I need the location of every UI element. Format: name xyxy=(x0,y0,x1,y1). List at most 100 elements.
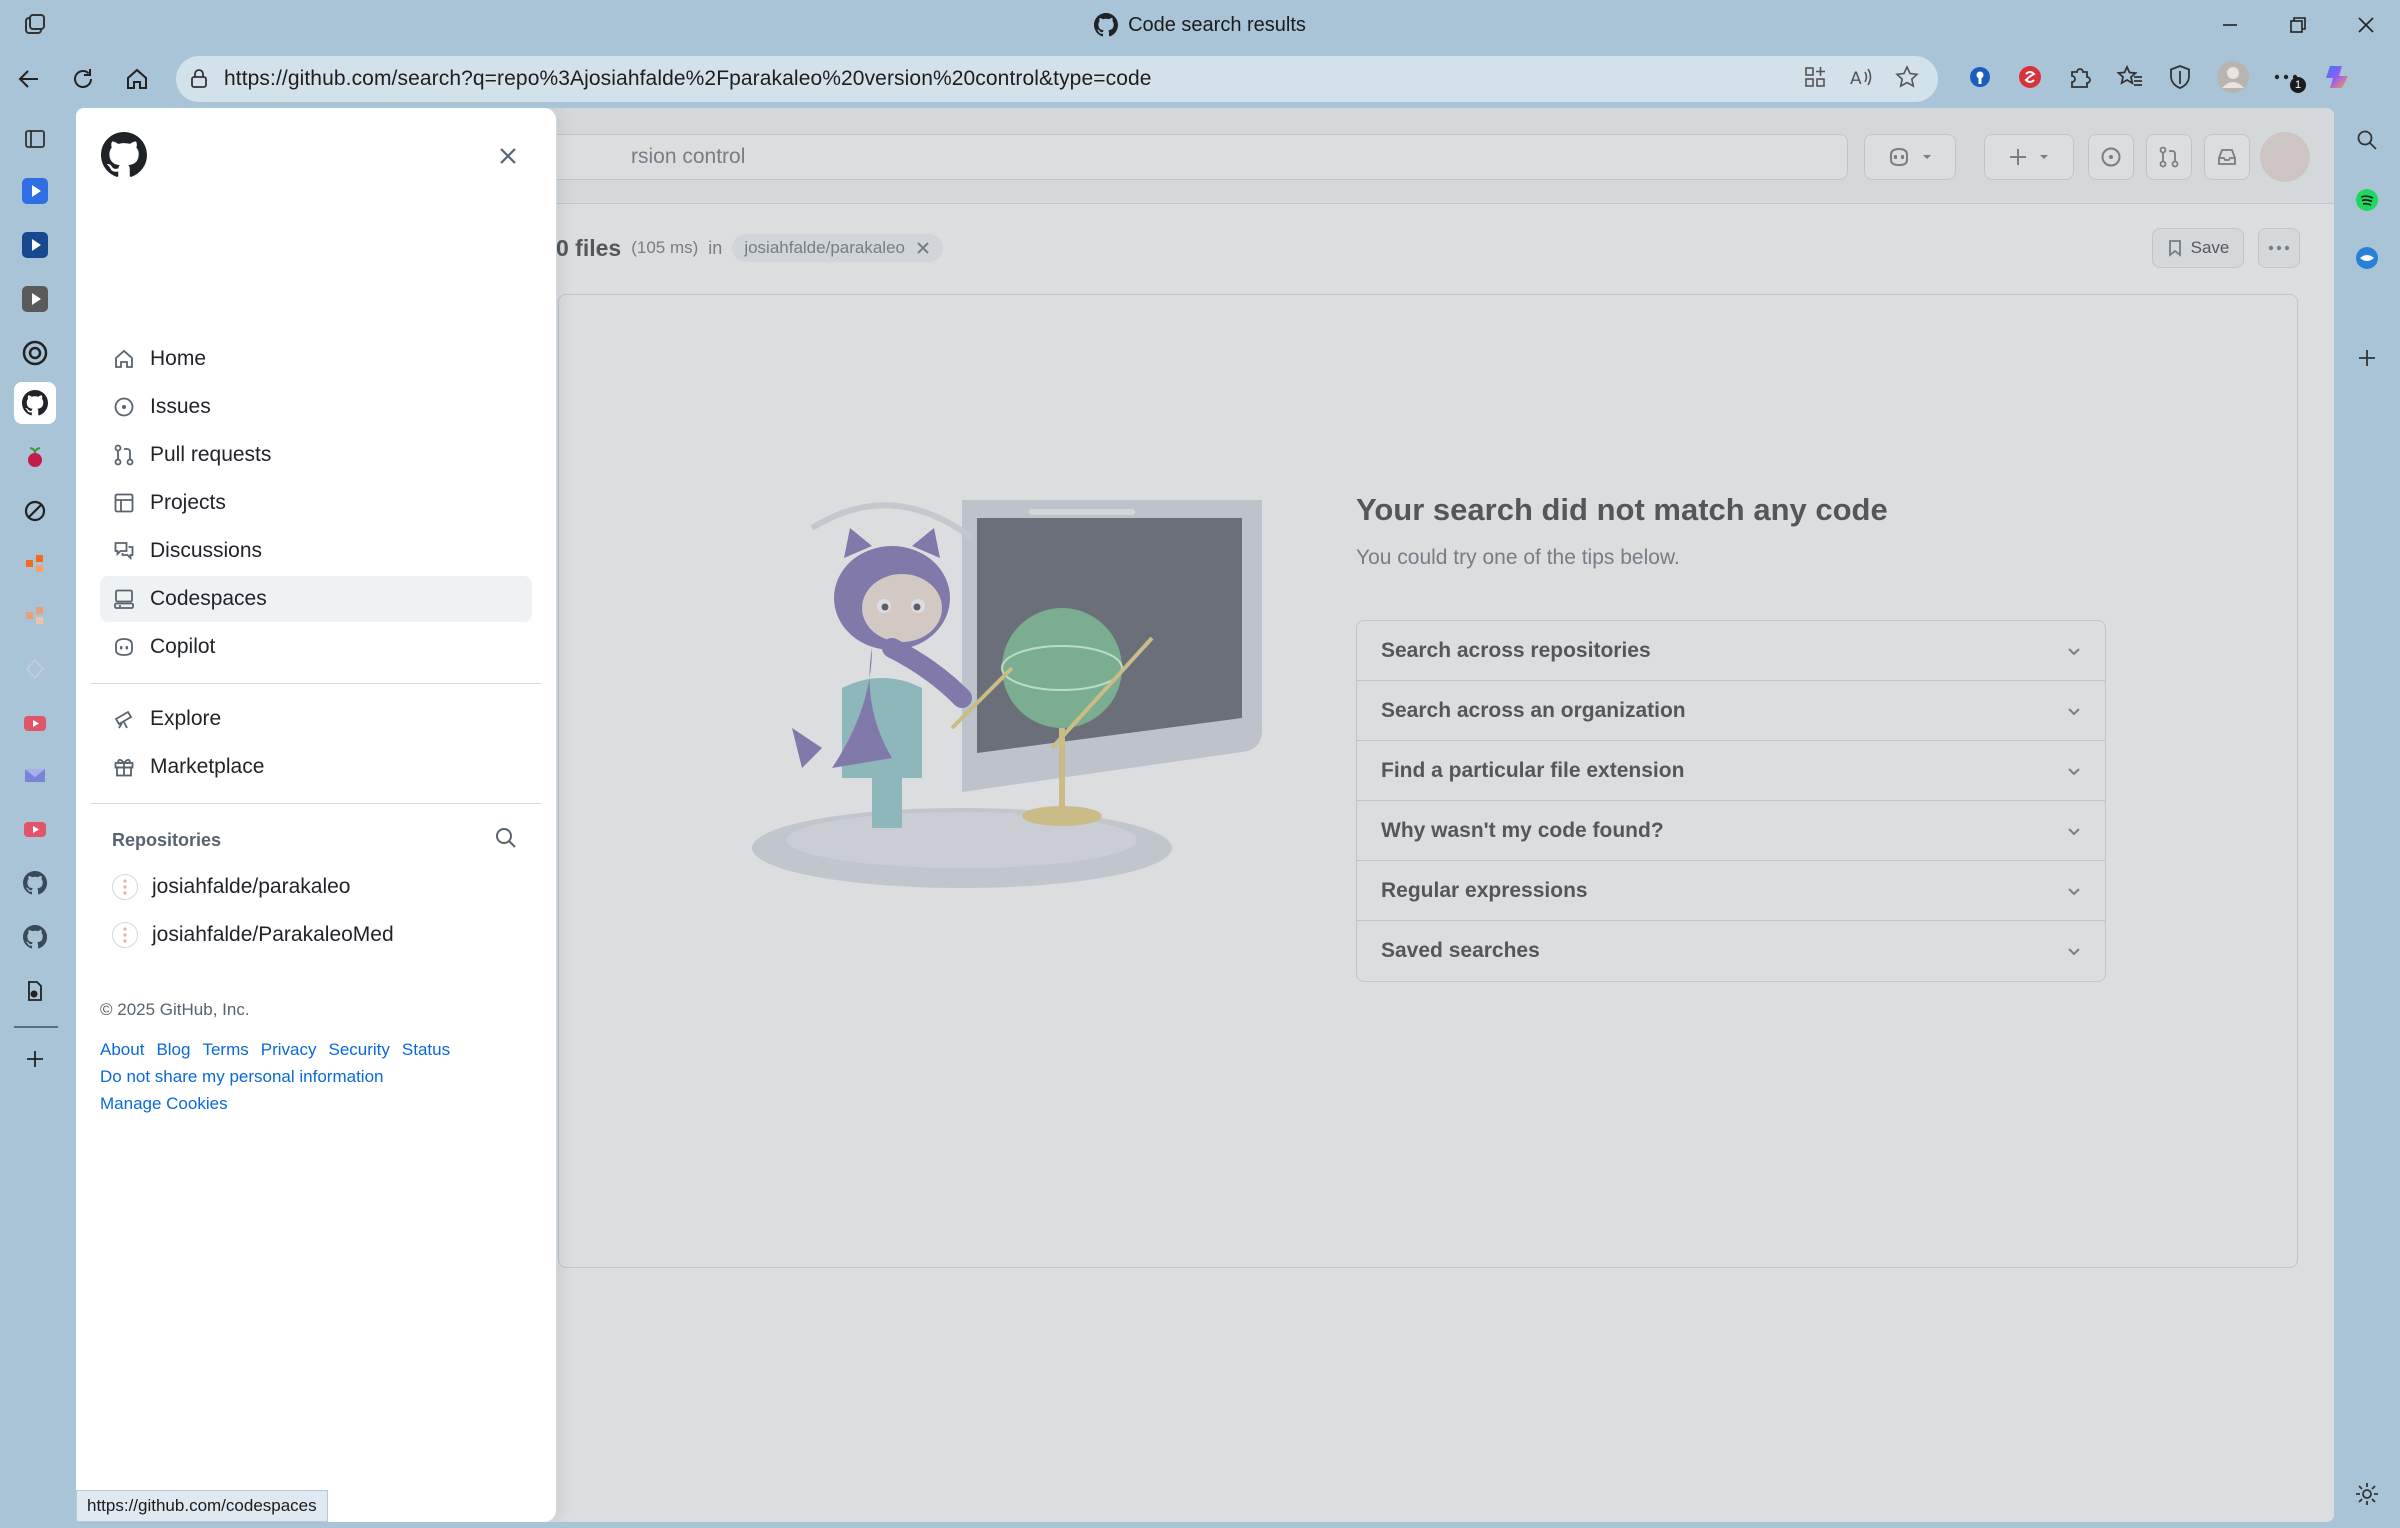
favorite-star-icon[interactable] xyxy=(1894,64,1920,90)
spotify-icon[interactable] xyxy=(2351,184,2383,216)
footer-link-terms[interactable]: Terms xyxy=(202,1040,248,1059)
video-tab-icon[interactable] xyxy=(14,170,56,212)
close-window-button[interactable] xyxy=(2332,0,2400,50)
shield-extension-icon[interactable] xyxy=(2016,63,2044,91)
sidebar-app-icon[interactable] xyxy=(2351,242,2383,274)
raspberry-tab-icon[interactable] xyxy=(14,436,56,478)
nav-item-label: Copilot xyxy=(150,635,216,658)
url-text[interactable]: https://github.com/search?q=repo%3Ajosia… xyxy=(224,67,1152,91)
window-title: Code search results xyxy=(1094,13,1306,37)
orange-app-tab-icon[interactable] xyxy=(14,542,56,584)
page-viewport: rsion control 0 files (105 ms) in josiah… xyxy=(76,108,2334,1522)
back-button[interactable] xyxy=(12,62,46,96)
github-logo-icon[interactable] xyxy=(101,132,147,178)
refresh-button[interactable] xyxy=(66,62,100,96)
youtube-tab-icon-2[interactable] xyxy=(14,808,56,850)
gift-icon xyxy=(112,755,136,779)
tab-actions-icon[interactable] xyxy=(14,118,56,160)
nav-item-label: Discussions xyxy=(150,539,263,562)
vertical-tab-rail xyxy=(0,104,72,1528)
player-tab-icon[interactable] xyxy=(14,278,56,320)
nav-item-codespaces[interactable]: Codespaces xyxy=(100,576,532,622)
nav-item-issues[interactable]: Issues xyxy=(100,384,532,430)
telescope-icon xyxy=(112,707,136,731)
issue-icon xyxy=(112,395,136,419)
nav-item-label: Projects xyxy=(150,491,226,514)
youtube-tab-icon[interactable] xyxy=(14,702,56,744)
home-icon xyxy=(112,347,136,371)
footer-link-manage-cookies[interactable]: Manage Cookies xyxy=(100,1094,228,1113)
github-tab-icon-3[interactable] xyxy=(14,916,56,958)
address-bar[interactable]: https://github.com/search?q=repo%3Ajosia… xyxy=(176,56,1938,102)
nav-item-copilot[interactable]: Copilot xyxy=(100,624,532,670)
footer-link-privacy[interactable]: Privacy xyxy=(261,1040,317,1059)
footer-link-blog[interactable]: Blog xyxy=(156,1040,190,1059)
github-tab-icon-2[interactable] xyxy=(14,862,56,904)
sidebar-add-icon[interactable] xyxy=(2351,342,2383,374)
footer-link-do-not-share[interactable]: Do not share my personal information xyxy=(100,1067,383,1086)
repo-avatar-icon xyxy=(112,922,138,948)
nav-item-discussions[interactable]: Discussions xyxy=(100,528,532,574)
copilot-icon xyxy=(112,635,136,659)
close-icon xyxy=(500,148,516,164)
extensions-toolbar: 1 xyxy=(1966,60,2354,94)
notification-badge: 1 xyxy=(2290,77,2306,93)
diamond-tab-icon[interactable] xyxy=(14,648,56,690)
minimize-button[interactable] xyxy=(2196,0,2264,50)
video-tab-icon-2[interactable] xyxy=(14,224,56,266)
nav-item-marketplace[interactable]: Marketplace xyxy=(100,744,532,790)
faded-app-tab-icon[interactable] xyxy=(14,594,56,636)
site-info-icon[interactable] xyxy=(188,68,214,90)
nav-item-label: Issues xyxy=(150,395,211,418)
repo-avatar-icon xyxy=(112,874,138,900)
nav-item-projects[interactable]: Projects xyxy=(100,480,532,526)
password-manager-icon[interactable] xyxy=(1966,63,1994,91)
repo-name: josiahfalde/ParakaleoMed xyxy=(152,923,394,946)
footer-link-about[interactable]: About xyxy=(100,1040,144,1059)
repositories-search-icon[interactable] xyxy=(494,826,518,850)
svg-text:A: A xyxy=(1850,69,1862,89)
window-title-text: Code search results xyxy=(1128,13,1306,36)
repo-item-parakaleo[interactable]: josiahfalde/parakaleo xyxy=(112,874,350,900)
read-aloud-icon[interactable]: A xyxy=(1848,64,1874,90)
table-icon xyxy=(112,491,136,515)
comment-discussion-icon xyxy=(112,539,136,563)
mail-tab-icon[interactable] xyxy=(14,754,56,796)
sidebar-search-icon[interactable] xyxy=(2351,124,2383,156)
openai-tab-icon[interactable] xyxy=(14,332,56,374)
document-tab-icon[interactable] xyxy=(14,970,56,1012)
nav-item-label: Marketplace xyxy=(150,755,265,778)
nav-item-label: Home xyxy=(150,347,207,370)
sidebar-settings-icon[interactable] xyxy=(2351,1478,2383,1510)
repo-item-parakaleomed[interactable]: josiahfalde/ParakaleoMed xyxy=(112,922,394,948)
pull-request-icon xyxy=(112,443,136,467)
new-tab-icon[interactable] xyxy=(14,1038,56,1080)
extensions-puzzle-icon[interactable] xyxy=(2066,63,2094,91)
workspaces-icon[interactable] xyxy=(22,12,48,38)
copilot-browser-icon[interactable] xyxy=(2322,61,2354,93)
github-tab-icon[interactable] xyxy=(14,382,56,424)
nav-item-label: Pull requests xyxy=(150,443,272,466)
browser-essentials-icon[interactable] xyxy=(2166,63,2194,91)
footer-link-security[interactable]: Security xyxy=(328,1040,389,1059)
footer-link-status[interactable]: Status xyxy=(402,1040,450,1059)
repo-name: josiahfalde/parakaleo xyxy=(152,875,351,898)
restore-button[interactable] xyxy=(2264,0,2332,50)
perplexity-tab-icon[interactable] xyxy=(14,490,56,532)
nav-item-home[interactable]: Home xyxy=(100,336,532,382)
close-drawer-button[interactable] xyxy=(490,138,526,174)
rail-divider xyxy=(14,1026,58,1028)
profile-avatar-icon[interactable] xyxy=(2216,60,2250,94)
drawer-divider xyxy=(90,803,542,804)
github-favicon-icon xyxy=(1094,13,1119,37)
browser-title-bar: Code search results xyxy=(0,0,2400,50)
app-available-icon[interactable] xyxy=(1802,64,1828,90)
nav-item-label: Codespaces xyxy=(150,587,267,610)
settings-more-icon[interactable]: 1 xyxy=(2272,63,2306,93)
nav-item-pull-requests[interactable]: Pull requests xyxy=(100,432,532,478)
footer-links: About Blog Terms Privacy Security Status Do n… xyxy=(100,1036,480,1117)
home-button[interactable] xyxy=(120,62,154,96)
nav-item-label: Explore xyxy=(150,707,222,730)
nav-item-explore[interactable]: Explore xyxy=(100,696,532,742)
favorites-icon[interactable] xyxy=(2116,63,2144,91)
